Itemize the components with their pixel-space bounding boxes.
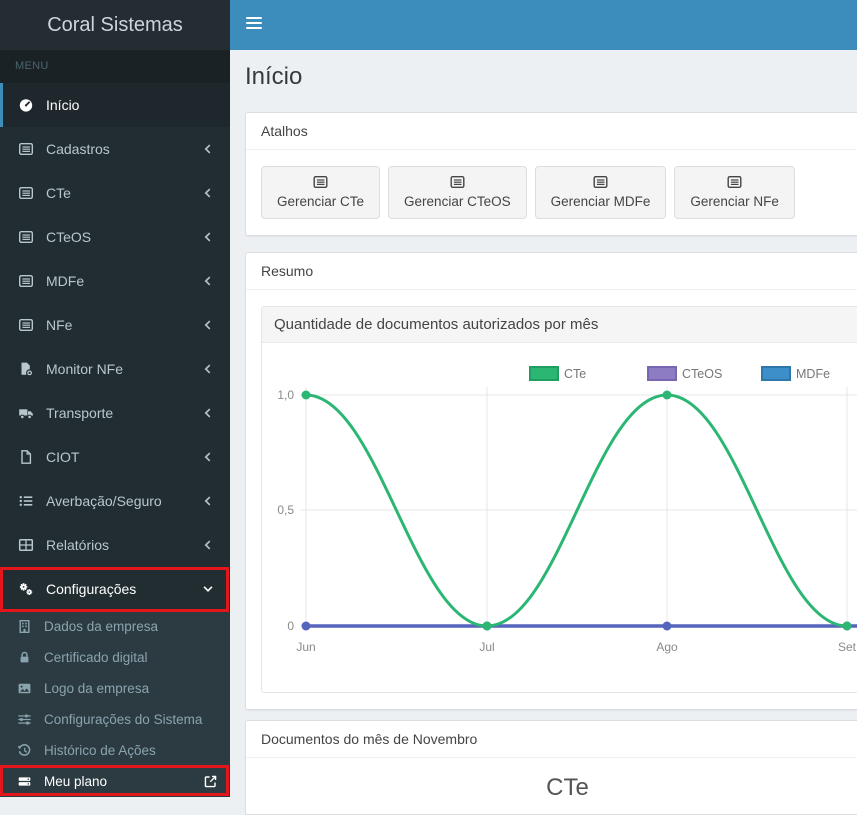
sidebar-subitem-dados-da-empresa[interactable]: Dados da empresa [0, 611, 230, 642]
image-icon [17, 681, 37, 696]
sidebar: Coral Sistemas MENU Início Cadastros CTe… [0, 0, 230, 797]
menu-section-header: MENU [0, 50, 230, 83]
topbar [230, 0, 857, 50]
chevron-left-icon [201, 362, 215, 376]
list-alt-icon [448, 174, 466, 191]
configuracoes-submenu: Dados da empresa Certificado digital Log… [0, 611, 230, 797]
chevron-left-icon [201, 538, 215, 552]
list-alt-icon [591, 174, 609, 191]
gauge-icon [18, 97, 39, 113]
list-alt-icon [18, 229, 39, 245]
sidebar-subitem-historico-de-acoes[interactable]: Histórico de Ações [0, 735, 230, 766]
gerenciar-nfe-button[interactable]: Gerenciar NFe [674, 166, 795, 219]
gerenciar-cteos-button[interactable]: Gerenciar CTeOS [388, 166, 527, 219]
sidebar-menu: Início Cadastros CTe CTeOS MDFe NFe Moni… [0, 83, 230, 797]
svg-text:MDFe: MDFe [796, 367, 830, 381]
list-alt-icon [18, 141, 39, 157]
chevron-left-icon [201, 274, 215, 288]
svg-text:Ago: Ago [656, 640, 678, 654]
chevron-left-icon [201, 186, 215, 200]
list-alt-icon [18, 273, 39, 289]
sliders-icon [17, 712, 37, 727]
svg-text:Jun: Jun [296, 640, 315, 654]
sidebar-item-cteos[interactable]: CTeOS [0, 215, 230, 259]
sidebar-item-monitor-nfe[interactable]: Monitor NFe [0, 347, 230, 391]
sidebar-toggle-button[interactable] [232, 4, 276, 42]
sidebar-item-transporte[interactable]: Transporte [0, 391, 230, 435]
shortcuts-card: Atalhos Gerenciar CTe Gerenciar CTeOS Ge… [245, 112, 857, 236]
chart-legend: CTe CTeOS MDFe [529, 366, 830, 381]
sidebar-subitem-certificado-digital[interactable]: Certificado digital [0, 642, 230, 673]
server-icon [17, 774, 37, 789]
sidebar-item-ciot[interactable]: CIOT [0, 435, 230, 479]
sidebar-item-configuracoes[interactable]: Configurações [0, 567, 230, 611]
sidebar-item-inicio[interactable]: Início [0, 83, 230, 127]
shortcuts-card-header: Atalhos [246, 113, 857, 150]
svg-text:CTe: CTe [564, 367, 586, 381]
svg-text:Set: Set [838, 640, 857, 654]
list-alt-icon [18, 185, 39, 201]
sidebar-item-averbacao-seguro[interactable]: Averbação/Seguro [0, 479, 230, 523]
sidebar-subitem-meu-plano[interactable]: Meu plano [0, 766, 230, 797]
documents-card: Documentos do mês de Novembro CTe [245, 720, 857, 815]
sidebar-subitem-configuracoes-do-sistema[interactable]: Configurações do Sistema [0, 704, 230, 735]
table-icon [18, 537, 39, 553]
chevron-down-icon [201, 582, 215, 596]
sidebar-item-mdfe[interactable]: MDFe [0, 259, 230, 303]
resumo-card-header: Resumo [246, 253, 857, 290]
y-axis-labels: 1,0 0,5 0 [277, 388, 294, 633]
documents-line-chart: CTe CTeOS MDFe 1,0 0,5 0 Jun Jul Ago Set [277, 366, 857, 654]
documents-type-heading: CTe [546, 774, 589, 801]
sidebar-item-cte[interactable]: CTe [0, 171, 230, 215]
x-axis-labels: Jun Jul Ago Set [296, 640, 856, 654]
svg-text:Jul: Jul [479, 640, 494, 654]
hamburger-icon [246, 17, 262, 19]
sidebar-item-cadastros[interactable]: Cadastros [0, 127, 230, 171]
gears-icon [18, 581, 39, 597]
chart-panel-title: Quantidade de documentos autorizados por… [262, 307, 857, 343]
sidebar-item-nfe[interactable]: NFe [0, 303, 230, 347]
lock-icon [17, 650, 37, 665]
sidebar-subitem-logo-da-empresa[interactable]: Logo da empresa [0, 673, 230, 704]
sidebar-item-relatorios[interactable]: Relatórios [0, 523, 230, 567]
file-badge-icon [18, 361, 39, 377]
gerenciar-mdfe-button[interactable]: Gerenciar MDFe [534, 166, 667, 219]
external-link-icon [203, 774, 218, 789]
gerenciar-cte-button[interactable]: Gerenciar CTe [261, 166, 381, 219]
chart-panel: Quantidade de documentos autorizados por… [261, 306, 857, 693]
chevron-left-icon [201, 450, 215, 464]
chevron-left-icon [201, 406, 215, 420]
svg-text:1,0: 1,0 [277, 388, 294, 402]
list-alt-icon [726, 174, 744, 191]
list-ul-icon [18, 493, 39, 509]
list-alt-icon [18, 317, 39, 333]
documents-card-header: Documentos do mês de Novembro [246, 721, 857, 758]
svg-text:0: 0 [287, 619, 294, 633]
chevron-left-icon [201, 494, 215, 508]
main-content: Início Atalhos Gerenciar CTe Gerenciar C… [230, 50, 857, 815]
resumo-card: Resumo Quantidade de documentos autoriza… [245, 252, 857, 710]
svg-text:CTeOS: CTeOS [682, 367, 722, 381]
page-title: Início [245, 63, 303, 90]
chevron-left-icon [201, 142, 215, 156]
chevron-left-icon [201, 230, 215, 244]
file-icon [18, 449, 39, 465]
truck-icon [18, 405, 39, 421]
chevron-left-icon [201, 318, 215, 332]
building-icon [17, 619, 37, 634]
brand-logo[interactable]: Coral Sistemas [0, 0, 230, 50]
history-icon [17, 743, 37, 758]
svg-text:0,5: 0,5 [277, 503, 294, 517]
list-alt-icon [312, 174, 330, 191]
